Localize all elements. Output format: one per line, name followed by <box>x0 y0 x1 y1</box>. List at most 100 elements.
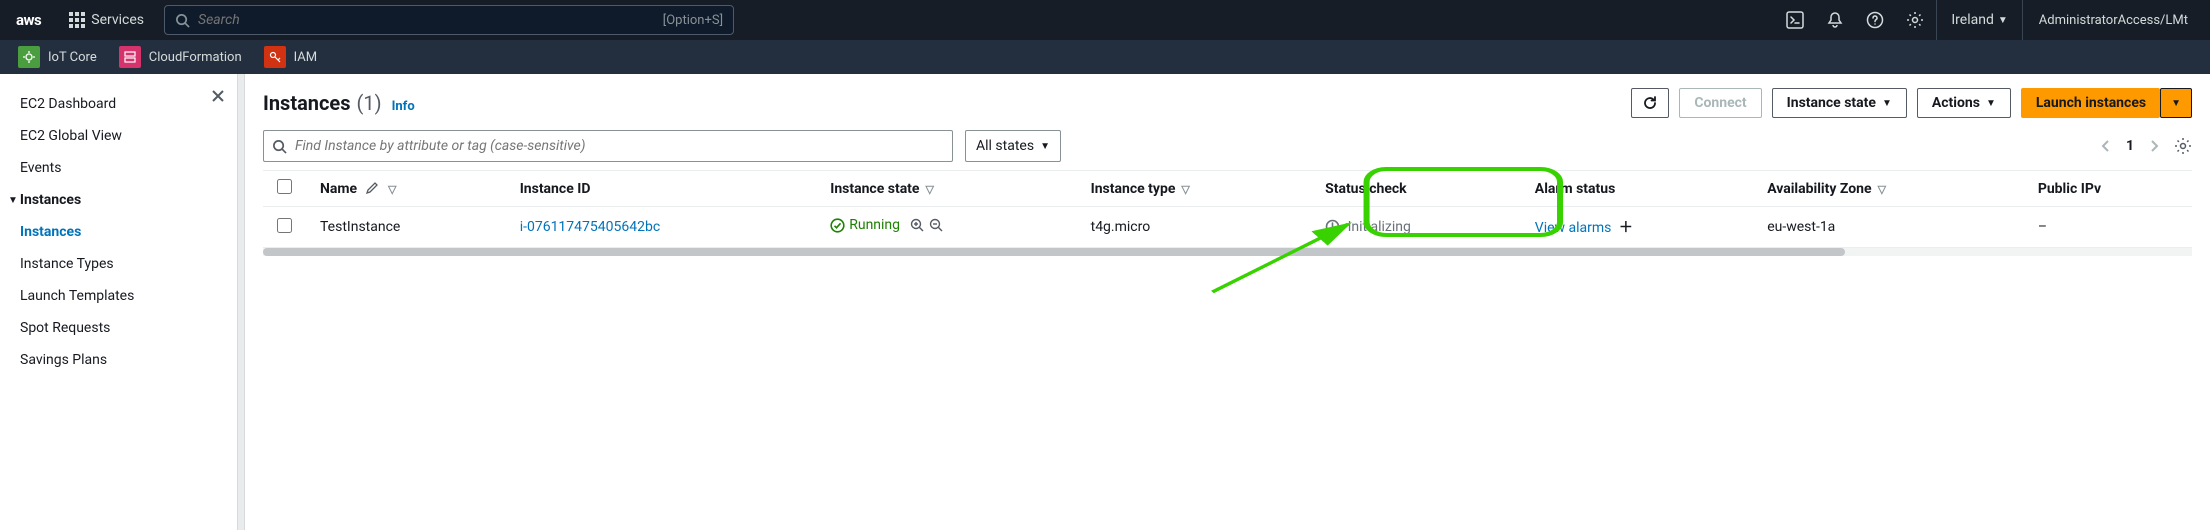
filter-row: All states ▼ 1 <box>263 130 2192 162</box>
service-label: CloudFormation <box>149 50 242 65</box>
instance-state-label: Instance state <box>1787 95 1876 111</box>
aws-logo[interactable]: aws <box>0 11 57 29</box>
pager: 1 <box>2100 137 2192 155</box>
check-circle-icon <box>830 218 845 233</box>
clock-icon <box>1325 219 1340 234</box>
sidebar-item-dashboard[interactable]: EC2 Dashboard <box>0 88 244 120</box>
caret-down-icon: ▼ <box>1986 98 1996 109</box>
refresh-icon <box>1642 95 1658 111</box>
cell-instance-type: t4g.micro <box>1077 207 1311 248</box>
search-shortcut-hint: [Option+S] <box>663 13 723 28</box>
account-label: AdministratorAccess/LMt <box>2039 13 2188 28</box>
col-instance-type[interactable]: Instance type▽ <box>1077 171 1311 207</box>
view-alarms-link[interactable]: View alarms <box>1535 220 1612 236</box>
sidebar-item-events[interactable]: Events <box>0 152 244 184</box>
select-all-checkbox[interactable] <box>277 179 292 194</box>
bell-icon[interactable] <box>1816 0 1854 40</box>
caret-down-icon: ▼ <box>1882 98 1892 109</box>
service-cloudformation[interactable]: CloudFormation <box>111 42 250 72</box>
col-alarm-status[interactable]: Alarm status <box>1521 171 1753 207</box>
connect-button[interactable]: Connect <box>1679 88 1761 118</box>
scroll-thumb[interactable] <box>263 248 1845 256</box>
sidebar-close-icon[interactable] <box>210 88 226 104</box>
sidebar: EC2 Dashboard EC2 Global View Events ▼ I… <box>0 74 245 530</box>
services-menu[interactable]: Services <box>57 12 156 28</box>
iam-icon <box>264 46 286 68</box>
filter-input[interactable] <box>295 138 944 154</box>
grid-icon <box>69 12 85 28</box>
state-badge: Running <box>830 217 900 233</box>
col-instance-state[interactable]: Instance state▽ <box>816 171 1076 207</box>
caret-down-icon: ▼ <box>1998 15 2008 26</box>
col-public-ip[interactable]: Public IPv <box>2024 171 2192 207</box>
instances-table-wrap: Name ▽ Instance ID Instance state▽ Insta… <box>263 170 2192 256</box>
col-az[interactable]: Availability Zone▽ <box>1753 171 2024 207</box>
instance-id-link[interactable]: i-076117475405642bc <box>520 219 661 235</box>
favorites-bar: IoT Core CloudFormation IAM <box>0 40 2210 74</box>
prev-page-icon[interactable] <box>2100 139 2112 153</box>
cell-instance-id[interactable]: i-076117475405642bc <box>506 207 817 248</box>
gear-icon[interactable] <box>1896 0 1934 40</box>
sidebar-item-savings-plans[interactable]: Savings Plans <box>0 344 244 376</box>
search-icon <box>175 13 190 28</box>
next-page-icon[interactable] <box>2148 139 2160 153</box>
zoom-in-icon[interactable] <box>910 218 925 233</box>
title-text: Instances <box>263 91 351 115</box>
sort-icon: ▽ <box>388 183 396 196</box>
help-icon[interactable] <box>1856 0 1894 40</box>
sort-icon: ▽ <box>1878 183 1886 196</box>
account-selector[interactable]: AdministratorAccess/LMt <box>2025 0 2202 40</box>
col-select-all <box>263 171 306 207</box>
page-title: Instances (1) Info <box>263 91 415 115</box>
services-label: Services <box>91 12 144 28</box>
sidebar-item-launch-templates[interactable]: Launch Templates <box>0 280 244 312</box>
row-checkbox[interactable] <box>277 218 292 233</box>
col-instance-id[interactable]: Instance ID <box>506 171 817 207</box>
sidebar-item-instance-types[interactable]: Instance Types <box>0 248 244 280</box>
horizontal-scrollbar[interactable] <box>263 248 2192 256</box>
page-header: Instances (1) Info Connect Instance stat… <box>263 88 2192 118</box>
instance-filter[interactable] <box>263 130 953 162</box>
instance-state-button[interactable]: Instance state ▼ <box>1772 88 1907 118</box>
caret-down-icon: ▼ <box>1040 141 1050 152</box>
top-nav: aws Services [Option+S] Ireland ▼ <box>0 0 2210 40</box>
launch-button-group: Launch instances ▼ <box>2021 88 2192 118</box>
table-row[interactable]: TestInstance i-076117475405642bc Running… <box>263 207 2192 248</box>
main-content: Instances (1) Info Connect Instance stat… <box>245 74 2210 530</box>
search-wrap: [Option+S] <box>164 5 734 35</box>
table-settings-icon[interactable] <box>2174 137 2192 155</box>
service-label: IoT Core <box>48 50 97 65</box>
service-label: IAM <box>294 50 317 65</box>
launch-instances-button[interactable]: Launch instances <box>2021 88 2160 118</box>
zoom-out-icon[interactable] <box>929 218 944 233</box>
topnav-right: Ireland ▼ AdministratorAccess/LMt <box>1776 0 2210 40</box>
header-actions: Connect Instance state ▼ Actions ▼ Launc… <box>1631 88 2192 118</box>
iot-icon <box>18 46 40 68</box>
region-selector[interactable]: Ireland ▼ <box>1936 0 2022 40</box>
cloudshell-icon[interactable] <box>1776 0 1814 40</box>
refresh-button[interactable] <box>1631 88 1669 118</box>
states-filter[interactable]: All states ▼ <box>965 130 1061 162</box>
sort-icon: ▽ <box>925 183 933 196</box>
caret-down-icon: ▼ <box>8 195 18 206</box>
sidebar-item-global-view[interactable]: EC2 Global View <box>0 120 244 152</box>
states-label: All states <box>976 138 1034 154</box>
plus-icon[interactable]: ＋ <box>1619 220 1633 236</box>
info-link[interactable]: Info <box>392 99 415 114</box>
cfn-icon <box>119 46 141 68</box>
service-iam[interactable]: IAM <box>256 42 325 72</box>
sidebar-group-instances[interactable]: ▼ Instances <box>0 184 244 216</box>
actions-button[interactable]: Actions ▼ <box>1917 88 2011 118</box>
region-label: Ireland <box>1951 12 1994 28</box>
global-search[interactable]: [Option+S] <box>164 5 734 35</box>
sidebar-item-instances[interactable]: Instances <box>0 216 244 248</box>
col-name[interactable]: Name ▽ <box>306 171 506 207</box>
cell-instance-state: Running <box>816 207 1076 248</box>
search-input[interactable] <box>198 12 655 28</box>
sidebar-item-spot-requests[interactable]: Spot Requests <box>0 312 244 344</box>
col-status-check[interactable]: Status check <box>1311 171 1521 207</box>
service-iot-core[interactable]: IoT Core <box>10 42 105 72</box>
launch-split-button[interactable]: ▼ <box>2160 88 2192 118</box>
actions-label: Actions <box>1932 95 1980 111</box>
cell-az: eu-west-1a <box>1753 207 2024 248</box>
